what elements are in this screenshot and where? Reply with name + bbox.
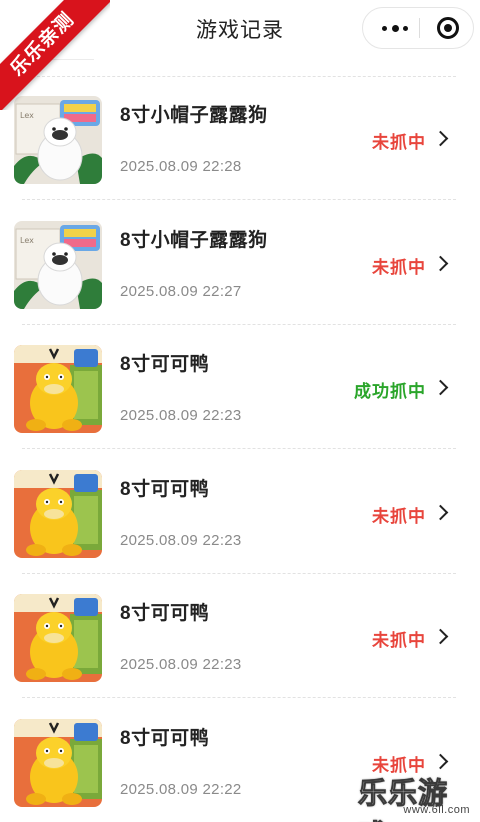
play-time: 2025.08.09 22:27 — [120, 282, 242, 300]
prize-name: 8寸小帽子露露狗 — [120, 229, 268, 251]
prize-thumbnail — [14, 469, 102, 558]
more-dots-icon[interactable] — [375, 8, 417, 48]
chevron-right-icon[interactable] — [432, 753, 449, 769]
prize-name: 8寸可可鸭 — [120, 603, 210, 624]
top-navigation-bar: 游戏记录 — [0, 0, 480, 56]
prize-name: 8寸可可鸭 — [120, 727, 210, 749]
chevron-right-icon[interactable] — [432, 130, 449, 147]
chevron-right-icon[interactable] — [432, 628, 449, 645]
record-row[interactable]: Lex 8寸小帽子露露狗 2025.08.09 22:27 未抓中 — [0, 201, 480, 325]
record-row[interactable]: 8寸可可鸭 2025.08.09 22:23 未抓中 — [0, 450, 480, 574]
capsule-divider — [419, 18, 420, 38]
play-time: 2025.08.09 22:23 — [120, 656, 242, 673]
target-circle-icon[interactable] — [437, 17, 459, 39]
chevron-right-icon[interactable] — [432, 379, 449, 396]
result-status: 未抓中 — [372, 257, 426, 277]
chevron-right-icon[interactable] — [432, 504, 449, 520]
prize-thumbnail — [14, 345, 102, 433]
result-status: 成功抓中 — [354, 382, 426, 401]
prize-name: 8寸可可鸭 — [120, 354, 210, 375]
prize-thumbnail: Lex — [14, 220, 102, 309]
result-status: 未抓中 — [372, 755, 426, 775]
prize-thumbnail — [14, 718, 102, 807]
prize-thumbnail: Lex — [14, 96, 102, 184]
prize-name: 8寸小帽子露露狗 — [120, 105, 268, 126]
result-status: 未抓中 — [372, 133, 426, 152]
result-status: 未抓中 — [372, 506, 426, 526]
play-time: 2025.08.09 22:28 — [120, 158, 242, 175]
record-row[interactable]: 8寸可可鸭 2025.08.09 22:23 成功抓中 — [0, 325, 480, 449]
chevron-right-icon[interactable] — [432, 255, 449, 271]
svg-text:Lex: Lex — [20, 111, 34, 120]
record-row[interactable]: Lex 8寸小帽子露露狗 2025.08.09 22:28 未抓中 — [0, 76, 480, 200]
game-records-page: 游戏记录 Lex 8寸小帽子露露狗 2025.08.09 22:28 未抓中 Lex 8寸… — [0, 0, 480, 822]
tab-indicator-stub — [22, 59, 94, 60]
play-time: 2025.08.09 22:23 — [120, 531, 242, 549]
result-status: 未抓中 — [372, 631, 426, 650]
prize-name: 8寸可可鸭 — [120, 478, 210, 500]
svg-text:Lex: Lex — [20, 236, 34, 245]
play-time: 2025.08.09 22:23 — [120, 407, 242, 424]
record-row[interactable]: 8寸可可鸭 2025.08.09 22:23 未抓中 — [0, 574, 480, 698]
record-row[interactable]: 8寸可可鸭 2025.08.09 22:22 未抓中 — [0, 699, 480, 822]
prize-thumbnail — [14, 594, 102, 682]
mini-program-capsule — [362, 7, 474, 49]
play-time: 2025.08.09 22:22 — [120, 780, 242, 798]
